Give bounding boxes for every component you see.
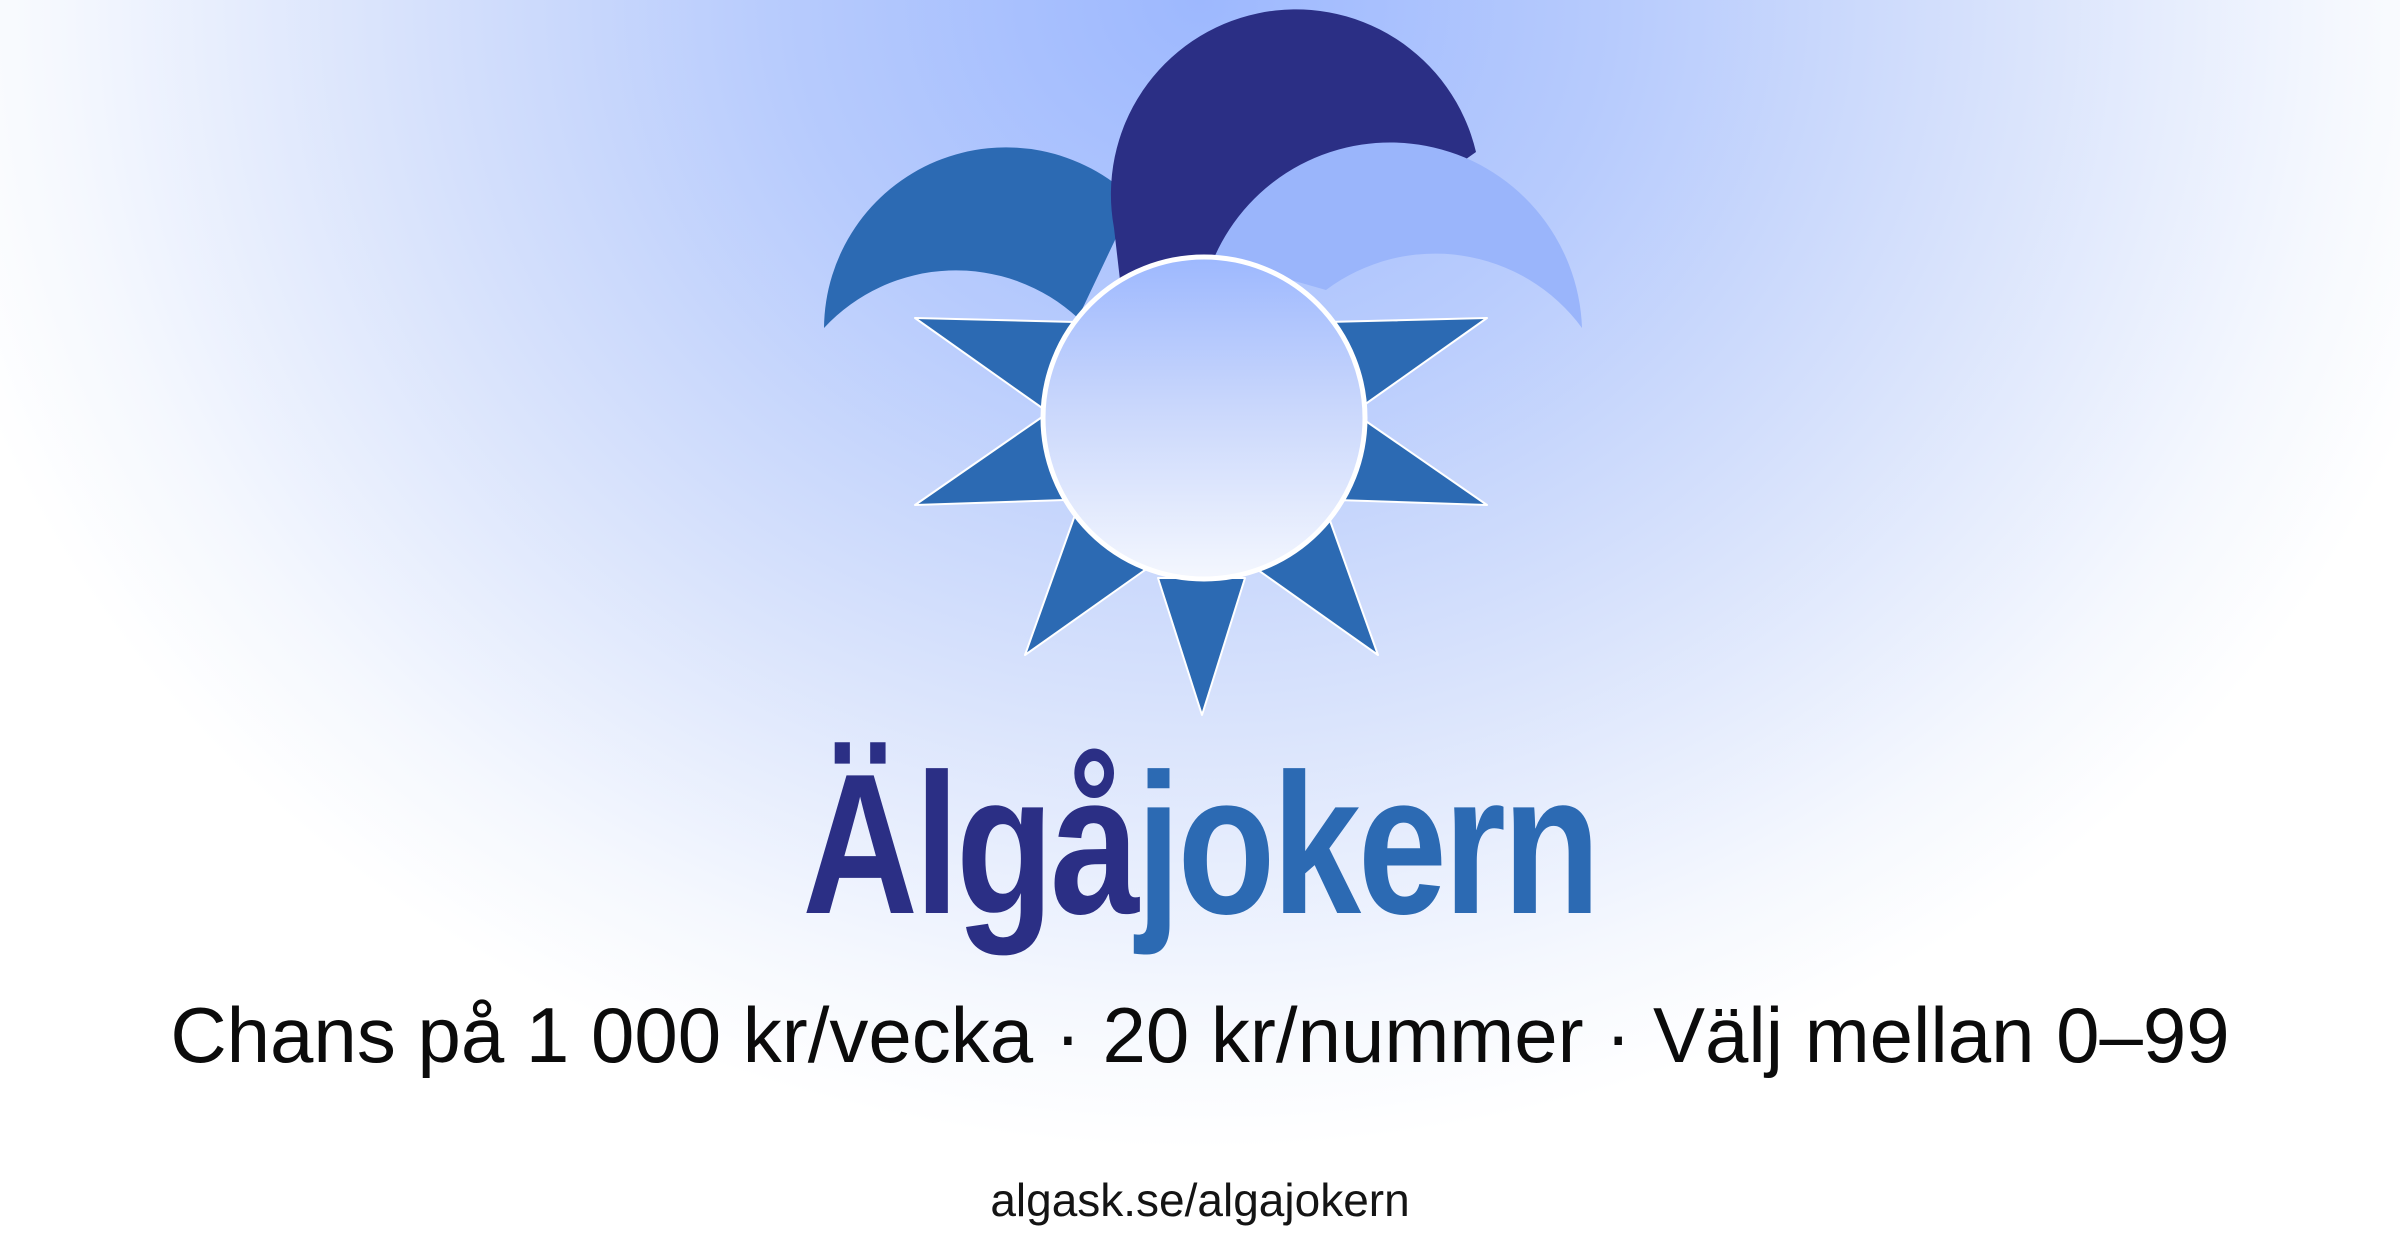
sun-ball [1040, 254, 1368, 582]
hat-lobe-left [824, 147, 1134, 328]
brand-wordmark: Älgåjokern [0, 745, 2400, 945]
jester-hat-sun-logo [824, 9, 1582, 716]
ray-bottom [1157, 577, 1246, 716]
website-url: algask.se/algajokern [990, 1174, 1410, 1226]
tagline: Chans på 1 000 kr/vecka · 20 kr/nummer ·… [170, 991, 2230, 1079]
brand-name-part1: Älgå [802, 733, 1140, 956]
brand-wordmark-inner: Älgåjokern [803, 745, 1601, 945]
brand-name-part2: jokern [1136, 733, 1600, 956]
